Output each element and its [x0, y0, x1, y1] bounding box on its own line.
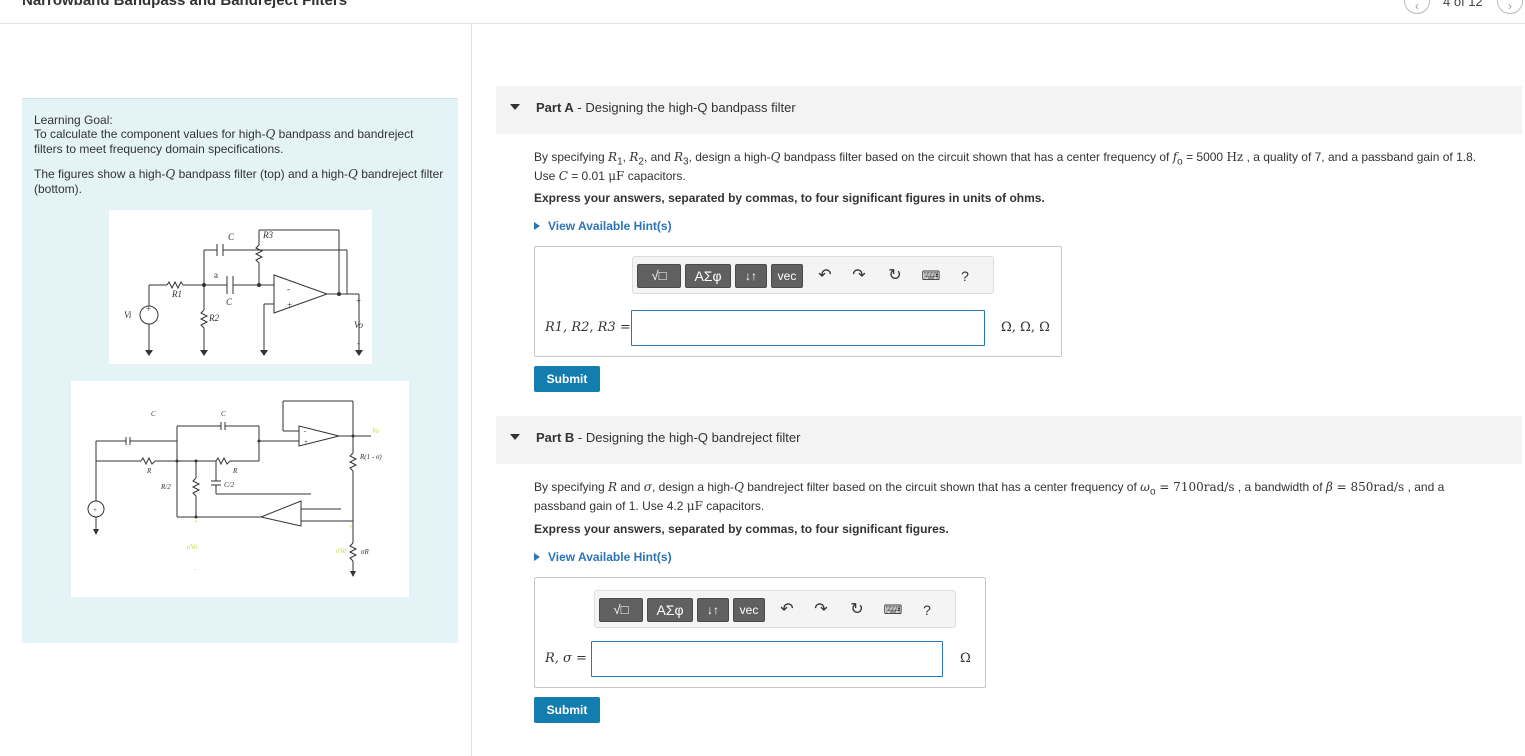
part-a-units: Ω, Ω, Ω: [1001, 320, 1050, 335]
prev-page-button[interactable]: ‹: [1404, 0, 1430, 14]
vec-button[interactable]: vec: [771, 264, 803, 288]
part-a-title: Part A - Designing the high-Q bandpass f…: [536, 100, 796, 115]
reset-icon[interactable]: ↻: [847, 600, 867, 620]
part-b-answer-label: R, σ =: [545, 651, 587, 666]
part-a-header[interactable]: Part A - Designing the high-Q bandpass f…: [496, 86, 1522, 134]
label-r1: R1: [171, 289, 182, 299]
label-plus-out: +: [356, 296, 361, 306]
label-c-half: C/2: [224, 481, 235, 489]
vec-button[interactable]: vec: [733, 598, 765, 622]
part-b-answer-input[interactable]: [591, 641, 943, 677]
bandpass-circuit-figure: C R3 a R1 C R2 Vi Vo + - + + -: [109, 210, 372, 364]
label-r1: R: [146, 467, 152, 475]
part-a-answer-box: √□ ΑΣφ ↓↑ vec ↶ ↷ ↻ ⌨ ? R1, R2, R3 = Ω, …: [534, 246, 1062, 357]
caret-down-icon: [510, 104, 520, 110]
label-minus-left: -: [194, 565, 197, 573]
label-a: a: [214, 270, 218, 280]
chevron-right-icon: ›: [1508, 0, 1512, 13]
label-c1: C: [151, 410, 156, 418]
templates-button[interactable]: √□: [637, 264, 681, 288]
redo-icon[interactable]: ↷: [849, 266, 869, 286]
part-b-title: Part B - Designing the high-Q bandreject…: [536, 430, 801, 445]
part-a-math-toolbar: √□ ΑΣφ ↓↑ vec ↶ ↷ ↻ ⌨ ?: [632, 256, 994, 294]
part-a-instruction: Express your answers, separated by comma…: [534, 191, 1045, 205]
part-b-header[interactable]: Part B - Designing the high-Q bandreject…: [496, 416, 1522, 464]
chevron-left-icon: ‹: [1415, 0, 1419, 13]
label-opamp-plus: +: [304, 438, 308, 446]
caret-down-icon: [510, 434, 520, 440]
undo-icon[interactable]: ↶: [815, 266, 835, 286]
label-plus-left: +: [194, 518, 198, 526]
part-b-answer-box: √□ ΑΣφ ↓↑ vec ↶ ↷ ↻ ⌨ ? R, σ = Ω: [534, 577, 986, 688]
subscript-button[interactable]: ↓↑: [697, 598, 729, 622]
next-page-button[interactable]: ›: [1497, 0, 1523, 14]
caret-right-icon: [534, 553, 540, 561]
symbols-button[interactable]: ΑΣφ: [647, 598, 693, 622]
top-bar: Narrowband Bandpass and Bandreject Filte…: [0, 0, 1525, 24]
keyboard-icon[interactable]: ⌨: [883, 600, 903, 620]
learning-goal-panel: Learning Goal: To calculate the componen…: [22, 98, 458, 643]
part-b-math-toolbar: √□ ΑΣφ ↓↑ vec ↶ ↷ ↻ ⌨ ?: [594, 590, 956, 628]
part-b-hint-link[interactable]: View Available Hint(s): [534, 550, 672, 564]
label-c-top: C: [228, 232, 235, 242]
label-vo: Vo: [354, 320, 364, 330]
symbols-button[interactable]: ΑΣφ: [685, 264, 731, 288]
part-b-instruction: Express your answers, separated by comma…: [534, 522, 949, 536]
part-b-question: By specifying R and σ, design a high-Q b…: [534, 480, 1445, 514]
learning-goal-title: Learning Goal:: [34, 113, 113, 127]
label-sigma-vo-left: σVo: [187, 543, 198, 551]
column-divider: [471, 24, 472, 756]
label-r2: R2: [208, 313, 219, 323]
learning-goal-text: To calculate the component values for hi…: [34, 127, 414, 156]
bandpass-circuit-diagram: C R3 a R1 C R2 Vi Vo + - + + -: [124, 229, 364, 356]
part-a-question: By specifying R1, R2, and R3, design a h…: [534, 150, 1477, 184]
undo-icon[interactable]: ↶: [777, 600, 797, 620]
reset-icon[interactable]: ↻: [885, 266, 905, 286]
label-r2: R: [232, 467, 238, 475]
templates-button[interactable]: √□: [599, 598, 643, 622]
part-b-submit-button[interactable]: Submit: [534, 697, 600, 723]
part-a-answer-input[interactable]: [631, 310, 985, 346]
label-vo: Vo: [372, 427, 380, 435]
label-r-one-minus-sigma: R(1 - σ): [359, 453, 382, 461]
label-sigma-vo-right: σVo: [336, 547, 347, 555]
label-plus-opamp: +: [287, 300, 292, 310]
keyboard-icon[interactable]: ⌨: [921, 266, 941, 286]
help-button[interactable]: ?: [917, 600, 937, 620]
label-plus-right: +: [349, 523, 353, 531]
redo-icon[interactable]: ↷: [811, 600, 831, 620]
help-button[interactable]: ?: [955, 266, 975, 286]
label-minus-opamp: -: [287, 284, 290, 294]
label-c2: C: [221, 410, 226, 418]
label-plus-source: +: [146, 304, 151, 314]
label-minus-out: -: [357, 338, 360, 348]
part-a-submit-button[interactable]: Submit: [534, 366, 600, 392]
subscript-button[interactable]: ↓↑: [735, 264, 767, 288]
label-source-plus: +: [93, 506, 97, 514]
label-c-mid: C: [226, 297, 233, 307]
page-counter: 4 of 12: [1443, 0, 1483, 9]
part-a-answer-label: R1, R2, R3 =: [545, 320, 631, 335]
label-sigma-r: σR: [361, 548, 369, 556]
part-a-hint-link[interactable]: View Available Hint(s): [534, 219, 672, 233]
part-b-units: Ω: [960, 651, 971, 666]
caret-right-icon: [534, 222, 540, 230]
bandreject-circuit-diagram: C C R R R/2 C/2 R(1 - σ) Vo σVo σVo σR +…: [87, 400, 382, 577]
page-title: Narrowband Bandpass and Bandreject Filte…: [22, 0, 348, 9]
label-vi: Vi: [124, 310, 132, 320]
label-r-half: R/2: [160, 483, 171, 491]
figures-description: The figures show a high-Q bandpass filte…: [34, 167, 444, 196]
label-r3: R3: [262, 230, 273, 240]
bandreject-circuit-figure: C C R R R/2 C/2 R(1 - σ) Vo σVo σVo σR +…: [71, 381, 409, 597]
